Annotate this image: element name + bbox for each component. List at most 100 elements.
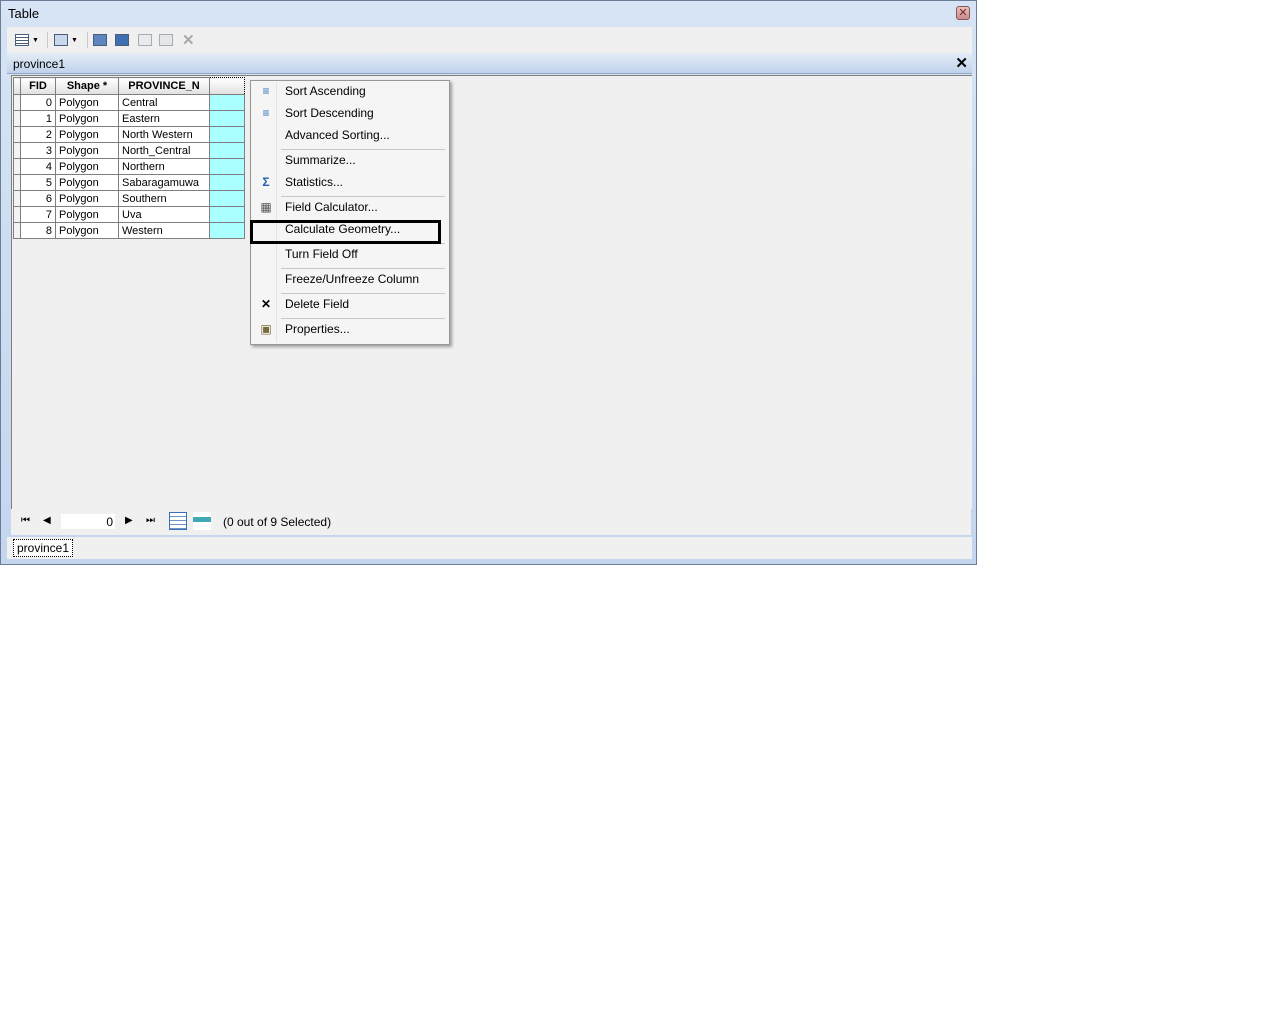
switch-selection-button[interactable] <box>115 30 129 50</box>
menu-item-freeze-unfreeze-column[interactable]: Freeze/Unfreeze Column <box>253 269 447 289</box>
cell-province-n[interactable]: Sabaragamuwa <box>118 174 210 191</box>
select-by-attributes-icon <box>93 34 107 46</box>
delete-selected-icon: ✕ <box>182 32 195 49</box>
attribute-table: FID Shape * PROVINCE_N 0 Polygon Central 1 P… <box>13 77 245 239</box>
cell-selected-field[interactable] <box>209 222 245 239</box>
menu-item-properties[interactable]: ▣ Properties... <box>253 319 447 339</box>
cell-fid[interactable]: 6 <box>20 190 56 207</box>
cell-shape[interactable]: Polygon <box>55 142 119 159</box>
menu-item-sort-ascending[interactable]: ≡ Sort Ascending <box>253 81 447 101</box>
cell-province-n[interactable]: North_Central <box>118 142 210 159</box>
cell-province-n[interactable]: Central <box>118 94 210 111</box>
window-close-button[interactable]: ✕ <box>956 6 970 20</box>
cell-shape[interactable]: Polygon <box>55 94 119 111</box>
table-options-button[interactable]: ▼ <box>15 30 39 50</box>
cell-fid[interactable]: 3 <box>20 142 56 159</box>
cell-shape[interactable]: Polygon <box>55 190 119 207</box>
select-by-attributes-button[interactable] <box>93 30 107 50</box>
row-selector[interactable] <box>13 206 21 223</box>
show-all-records-button[interactable] <box>169 512 187 530</box>
cell-fid[interactable]: 0 <box>20 94 56 111</box>
menu-item-statistics[interactable]: Σ Statistics... <box>253 172 447 192</box>
cell-fid[interactable]: 5 <box>20 174 56 191</box>
cell-selected-field[interactable] <box>209 110 245 127</box>
related-tables-button[interactable]: ▼ <box>54 30 78 50</box>
toolbar-separator <box>87 32 88 48</box>
menu-item-label: Sort Ascending <box>285 84 366 98</box>
column-header-shape[interactable]: Shape * <box>55 77 119 95</box>
delete-selected-button[interactable]: ✕ <box>182 30 195 50</box>
next-record-button[interactable]: ▶ <box>125 515 133 526</box>
cell-selected-field[interactable] <box>209 94 245 111</box>
clear-selection-icon <box>138 34 152 46</box>
cell-fid[interactable]: 8 <box>20 222 56 239</box>
row-selector[interactable] <box>13 190 21 207</box>
cell-fid[interactable]: 1 <box>20 110 56 127</box>
row-selector[interactable] <box>13 158 21 175</box>
clear-selection-button[interactable] <box>138 30 152 50</box>
row-selector-header[interactable] <box>13 77 21 95</box>
menu-item-label: Delete Field <box>285 297 350 311</box>
row-selector[interactable] <box>13 222 21 239</box>
switch-selection-icon <box>115 34 129 46</box>
menu-item-sort-descending[interactable]: ≡ Sort Descending <box>253 103 447 123</box>
row-selector[interactable] <box>13 126 21 143</box>
row-selector[interactable] <box>13 174 21 191</box>
zoom-to-selected-button[interactable] <box>159 30 173 50</box>
cell-selected-field[interactable] <box>209 190 245 207</box>
menu-item-delete-field[interactable]: ✕ Delete Field <box>253 294 447 314</box>
cell-selected-field[interactable] <box>209 126 245 143</box>
table-row[interactable]: 0 Polygon Central <box>13 94 245 111</box>
cell-province-n[interactable]: North Western <box>118 126 210 143</box>
cell-fid[interactable]: 2 <box>20 126 56 143</box>
table-row[interactable]: 3 Polygon North_Central <box>13 142 245 159</box>
menu-item-field-calculator[interactable]: ▦ Field Calculator... <box>253 197 447 217</box>
table-row[interactable]: 7 Polygon Uva <box>13 206 245 223</box>
cell-province-n[interactable]: Eastern <box>118 110 210 127</box>
column-header-fid[interactable]: FID <box>20 77 56 95</box>
column-header-province-n[interactable]: PROVINCE_N <box>118 77 210 95</box>
cell-selected-field[interactable] <box>209 174 245 191</box>
current-record-input[interactable]: 0 <box>60 513 116 530</box>
cell-shape[interactable]: Polygon <box>55 222 119 239</box>
sigma-icon: Σ <box>262 175 270 189</box>
row-selector[interactable] <box>13 110 21 127</box>
panel-close-icon[interactable]: ✕ <box>955 54 968 72</box>
table-window: Table ✕ ▼ ▼ ✕ province1 ✕ FID Shape * PR… <box>0 0 977 565</box>
menu-item-turn-field-off[interactable]: Turn Field Off <box>253 244 447 264</box>
column-header-selected-field[interactable] <box>209 77 245 95</box>
cell-province-n[interactable]: Western <box>118 222 210 239</box>
last-record-button[interactable]: ⏭ <box>146 515 155 526</box>
row-selector[interactable] <box>13 94 21 111</box>
first-record-button[interactable]: ⏮ <box>21 515 30 526</box>
cell-province-n[interactable]: Northern <box>118 158 210 175</box>
table-row[interactable]: 6 Polygon Southern <box>13 190 245 207</box>
table-row[interactable]: 1 Polygon Eastern <box>13 110 245 127</box>
cell-shape[interactable]: Polygon <box>55 110 119 127</box>
menu-item-summarize[interactable]: Summarize... <box>253 150 447 170</box>
cell-shape[interactable]: Polygon <box>55 174 119 191</box>
table-row[interactable]: 8 Polygon Western <box>13 222 245 239</box>
cell-selected-field[interactable] <box>209 142 245 159</box>
cell-fid[interactable]: 7 <box>20 206 56 223</box>
table-row[interactable]: 5 Polygon Sabaragamuwa <box>13 174 245 191</box>
cell-fid[interactable]: 4 <box>20 158 56 175</box>
row-selector[interactable] <box>13 142 21 159</box>
menu-item-advanced-sorting[interactable]: Advanced Sorting... <box>253 125 447 145</box>
table-row[interactable]: 4 Polygon Northern <box>13 158 245 175</box>
cell-shape[interactable]: Polygon <box>55 158 119 175</box>
show-selected-records-button[interactable] <box>193 512 211 530</box>
cell-province-n[interactable]: Uva <box>118 206 210 223</box>
menu-item-label: Sort Descending <box>285 106 374 120</box>
cell-selected-field[interactable] <box>209 206 245 223</box>
previous-record-button[interactable]: ◀ <box>43 515 51 526</box>
cell-selected-field[interactable] <box>209 158 245 175</box>
table-row[interactable]: 2 Polygon North Western <box>13 126 245 143</box>
title-bar[interactable]: Table ✕ <box>1 1 976 25</box>
tab-province1[interactable]: province1 <box>13 539 74 557</box>
cell-shape[interactable]: Polygon <box>55 126 119 143</box>
sort-descending-icon: ≡ <box>262 106 270 120</box>
cell-province-n[interactable]: Southern <box>118 190 210 207</box>
cell-shape[interactable]: Polygon <box>55 206 119 223</box>
menu-separator <box>281 318 445 319</box>
